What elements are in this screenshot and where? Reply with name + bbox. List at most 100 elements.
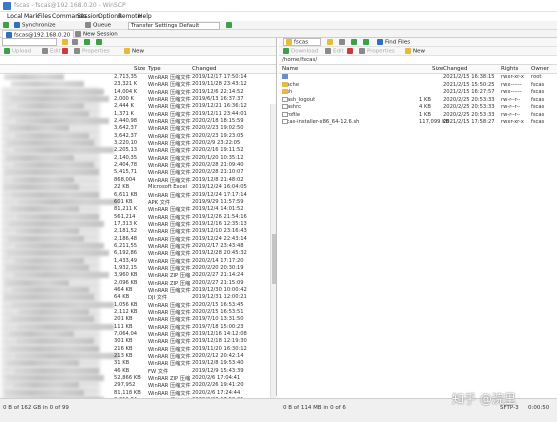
remote-new-icon bbox=[405, 48, 411, 54]
table-row[interactable]: 111 KB WinRAR 压缩文件 2019/7/18 15:00:23 bbox=[0, 323, 276, 331]
table-row[interactable]: 216 KB WinRAR 压缩文件 2019/11/20 16:30:12 bbox=[0, 345, 276, 353]
col-size[interactable]: Size bbox=[134, 66, 145, 72]
table-row[interactable]: 7,064,04 WinRAR 压缩文件 2019/12/16 14:12:08 bbox=[0, 331, 276, 338]
local-new-button[interactable]: New bbox=[124, 48, 144, 56]
table-row[interactable]: 301 KB WinRAR 压缩文件 2019/12/18 12:19:30 bbox=[0, 338, 276, 345]
table-row[interactable]: 2,444 K WinRAR 压缩文件 2019/12/21 16:36:12 bbox=[0, 103, 276, 110]
remote-new-label: New bbox=[413, 48, 425, 55]
table-row[interactable]: 1,932,15 WinRAR 压缩文件 2020/2/20 20:30:19 bbox=[0, 264, 276, 272]
remote-back-icon[interactable] bbox=[351, 39, 359, 47]
file-size: 1,433,49 bbox=[114, 257, 138, 264]
table-row[interactable]: 2,140,35 WinRAR 压缩文件 2020/1/20 10:35:12 bbox=[0, 154, 276, 162]
table-row[interactable]: 464 KB WinRAR 压缩文件 2019/12/30 10:00:42 bbox=[0, 286, 276, 294]
local-forward-icon[interactable] bbox=[96, 39, 104, 47]
col-changed[interactable]: Changed bbox=[192, 66, 217, 72]
col-remote-size[interactable]: Size bbox=[432, 66, 443, 72]
table-row[interactable]: 3,220,10 WinRAR 压缩文件 2020/2/9 23:22:05 bbox=[0, 140, 276, 147]
local-properties-button[interactable]: Properties bbox=[74, 48, 110, 56]
table-row[interactable]: 46 KB FW 文件 2019/12/9 15:43:39 bbox=[0, 367, 276, 375]
remote-properties-button[interactable]: Properties bbox=[359, 48, 395, 56]
table-row[interactable]: .ssh 2021/2/15 16:27:57 rwx------ fscas bbox=[279, 89, 557, 97]
globe-icon[interactable] bbox=[226, 22, 234, 30]
file-changed: 2020/2/15 16:53:51 bbox=[192, 309, 244, 315]
local-icon[interactable] bbox=[3, 22, 11, 30]
local-filter-icon[interactable] bbox=[72, 39, 80, 47]
table-row[interactable]: 6,611 KB WinRAR 压缩文件 2019/12/24 17:17:14 bbox=[0, 191, 276, 199]
menu-session[interactable]: Session bbox=[77, 13, 100, 20]
download-button[interactable]: Download bbox=[283, 48, 318, 56]
table-row[interactable]: 2,181,52 WinRAR 压缩文件 2019/12/10 23:16:43 bbox=[0, 228, 276, 235]
col-remote-changed[interactable]: Changed bbox=[443, 66, 468, 72]
table-row[interactable]: 2,713,35 WinRAR 压缩文件 2019/12/17 17:50:14 bbox=[0, 74, 276, 81]
table-row[interactable]: 52,866 KB WinRAR ZIP 压缩 2020/2/6 17:04:41 bbox=[0, 375, 276, 382]
table-row[interactable]: .cache 2021/2/15 15:50:25 rwx------ fscas bbox=[279, 81, 557, 90]
table-row[interactable]: 2,112 KB WinRAR 压缩文件 2020/2/15 16:53:51 bbox=[0, 309, 276, 316]
table-row[interactable]: 31 KB WinRAR 压缩文件 2019/12/8 19:53:40 bbox=[0, 360, 276, 367]
table-row[interactable]: 23,321 K WinRAR 压缩文件 2019/11/28 23:43:12 bbox=[0, 81, 276, 88]
table-row[interactable]: 1,056 KB WinRAR 压缩文件 2020/2/15 16:53:45 bbox=[0, 301, 276, 309]
table-row[interactable]: 2,000 K WinRAR 压缩文件 2019/6/13 16:37:37 bbox=[0, 96, 276, 103]
local-path[interactable] bbox=[0, 56, 276, 65]
table-row[interactable]: 601 KB APK 文件 2019/9/29 11:57:59 bbox=[0, 198, 276, 206]
table-row[interactable]: 17,313 K WinRAR 压缩文件 2019/12/16 12:35:13 bbox=[0, 220, 276, 228]
remote-folder-icon[interactable] bbox=[327, 39, 335, 47]
table-row[interactable]: 81,211 K WinRAR 压缩文件 2019/12/4 14:01:52 bbox=[0, 206, 276, 213]
remote-edit-button[interactable]: Edit bbox=[325, 48, 344, 56]
table-row[interactable]: 3,642,37 WinRAR 压缩文件 2020/2/23 19:23:05 bbox=[0, 132, 276, 140]
remote-path[interactable]: /home/fscas/ bbox=[279, 56, 557, 65]
table-row[interactable]: 14,004 K WinRAR 压缩文件 2019/12/6 22:14:52 bbox=[0, 88, 276, 96]
remote-filter-icon[interactable] bbox=[339, 39, 347, 47]
local-scrollbar[interactable] bbox=[270, 104, 276, 422]
local-delete-icon[interactable] bbox=[62, 48, 70, 56]
table-row[interactable]: 22 KB Microsoft Excel 2019/12/24 16:04:05 bbox=[0, 184, 276, 191]
table-row[interactable]: .bashrc 4 KB 2020/2/25 20:53:33 rw-r--r-- fs… bbox=[279, 104, 557, 112]
table-row[interactable]: .profile 1 KB 2020/2/25 20:53:33 rw-r--r-- f… bbox=[279, 111, 557, 120]
table-row[interactable]: 1,371 K WinRAR 压缩文件 2019/12/11 23:44:01 bbox=[0, 110, 276, 118]
table-row[interactable]: 6,192,86 WinRAR 压缩文件 2019/12/28 20:45:32 bbox=[0, 250, 276, 257]
synchronize-button[interactable]: Synchronize bbox=[14, 22, 56, 30]
local-folder-icon[interactable] bbox=[62, 39, 70, 47]
table-row[interactable]: 64 KB DJI 文件 2019/12/31 12:00:21 bbox=[0, 294, 276, 301]
menu-mark[interactable]: Mark bbox=[24, 13, 39, 20]
find-files-button[interactable]: Find Files bbox=[377, 39, 410, 47]
remote-forward-icon[interactable] bbox=[363, 39, 371, 47]
remote-new-button[interactable]: New bbox=[405, 48, 425, 56]
table-row[interactable]: 2,096 KB WinRAR ZIP 压缩 2020/2/27 21:15:09 bbox=[0, 279, 276, 287]
table-row[interactable]: 561,214 WinRAR 压缩文件 2019/12/26 21:54:16 bbox=[0, 213, 276, 221]
table-row[interactable]: .. 2021/2/15 16:38:15 rwxr-xr-x root bbox=[279, 74, 557, 82]
col-rights[interactable]: Rights bbox=[501, 66, 518, 72]
remote-dir-select[interactable]: fscas bbox=[283, 38, 321, 46]
local-edit-button[interactable]: Edit bbox=[42, 48, 61, 56]
table-row[interactable]: 201 KB WinRAR 压缩文件 2019/7/10 13:31:50 bbox=[0, 316, 276, 323]
table-row[interactable]: 2,186,48 WinRAR 压缩文件 2019/12/24 22:43:14 bbox=[0, 235, 276, 243]
remote-delete-icon[interactable] bbox=[347, 48, 355, 56]
local-back-icon[interactable] bbox=[84, 39, 92, 47]
menu-local[interactable]: Local bbox=[7, 13, 23, 20]
table-row[interactable]: 81,118 KB WinRAR 压缩文件 2020/2/6 17:24:44 bbox=[0, 389, 276, 397]
table-row[interactable]: 3,642,37 WinRAR 压缩文件 2020/2/23 19:02:50 bbox=[0, 125, 276, 132]
tab-session-fscas[interactable]: fscas@192.168.0.20 bbox=[2, 30, 75, 39]
menu-help[interactable]: Help bbox=[138, 13, 152, 20]
upload-button[interactable]: Upload bbox=[4, 48, 31, 56]
col-type[interactable]: Type bbox=[148, 66, 161, 72]
table-row[interactable]: fscas-installer-x86_64-12.6.sh 117,099 KB… bbox=[279, 119, 557, 127]
table-row[interactable]: 868,004 WinRAR 压缩文件 2019/12/8 21:48:02 bbox=[0, 176, 276, 184]
table-row[interactable]: 1,433,49 WinRAR 压缩文件 2020/2/14 17:17:20 bbox=[0, 257, 276, 265]
col-name[interactable]: Name bbox=[282, 66, 298, 72]
table-row[interactable]: 2,440,98 WinRAR 压缩文件 2020/2/18 18:15:59 bbox=[0, 118, 276, 125]
table-row[interactable]: .bash_logout 1 KB 2020/2/25 20:53:33 rw-r--… bbox=[279, 96, 557, 105]
table-row[interactable]: 2,205,13 WinRAR 压缩文件 2020/2/16 19:11:52 bbox=[0, 147, 276, 154]
table-row[interactable]: 213 KB WinRAR 压缩文件 2020/2/12 20:42:14 bbox=[0, 353, 276, 360]
menu-files[interactable]: Files bbox=[38, 13, 51, 20]
transfer-settings-select[interactable]: Transfer Settings Default bbox=[128, 22, 220, 30]
tab-new-session[interactable]: New Session bbox=[72, 30, 121, 38]
table-row[interactable]: 6,211,55 WinRAR 压缩文件 2020/2/17 23:43:48 bbox=[0, 242, 276, 250]
table-row[interactable]: 5,415,71 WinRAR 压缩文件 2020/2/28 21:10:07 bbox=[0, 169, 276, 176]
queue-button[interactable]: Queue bbox=[85, 22, 111, 30]
table-row[interactable]: 2,404,78 WinRAR 压缩文件 2020/2/28 21:09:40 bbox=[0, 162, 276, 169]
local-scroll-thumb[interactable] bbox=[272, 234, 276, 284]
table-row[interactable]: 297,952 WinRAR 压缩文件 2020/2/26 19:41:20 bbox=[0, 382, 276, 389]
local-drive-select[interactable] bbox=[2, 38, 57, 46]
table-row[interactable]: 3,960 KB WinRAR ZIP 压缩 2020/2/27 21:14:24 bbox=[0, 272, 276, 279]
col-owner[interactable]: Owner bbox=[531, 66, 549, 72]
